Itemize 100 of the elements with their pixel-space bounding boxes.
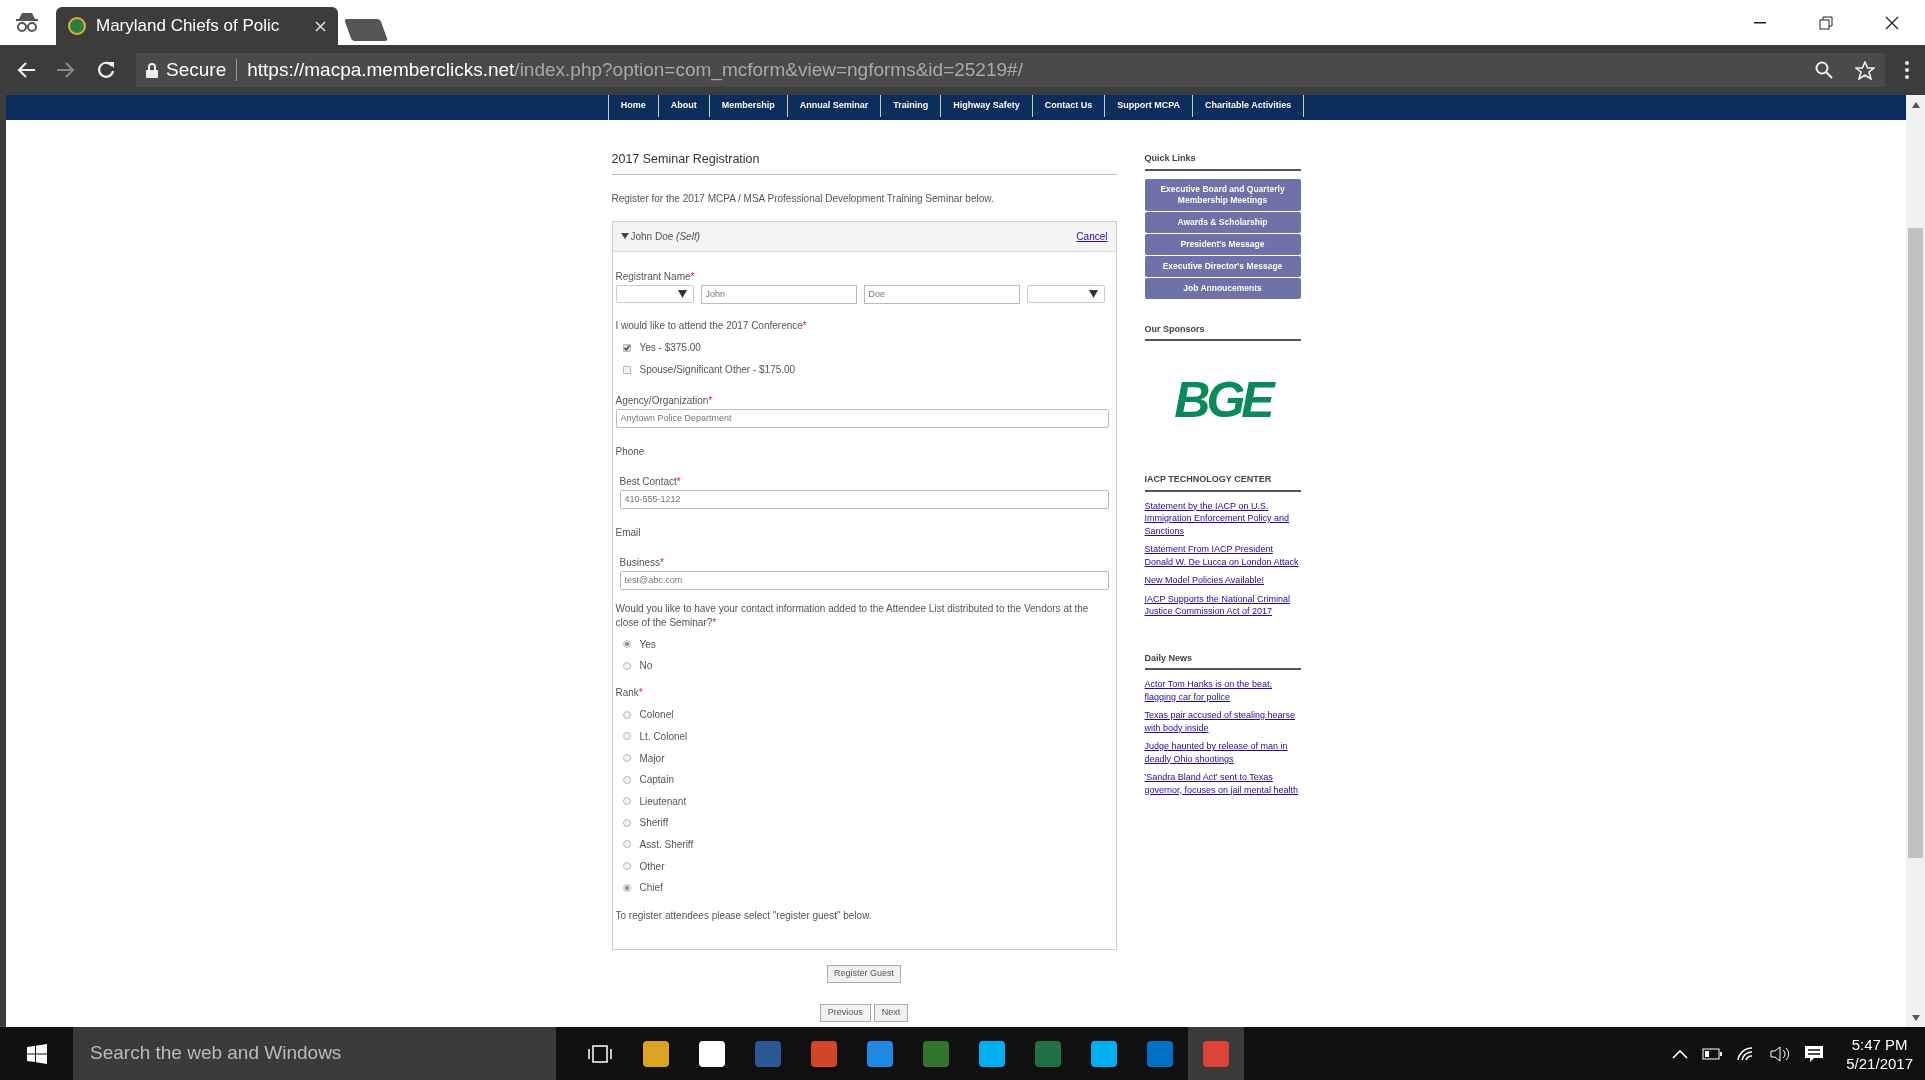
page-title: 2017 Seminar Registration bbox=[611, 150, 1117, 175]
radio-button[interactable] bbox=[622, 883, 631, 892]
news-link[interactable]: Statement From IACP President Donald W. De Lucca on London Attack bbox=[1144, 543, 1301, 568]
clock-time[interactable]: 5:47 PM bbox=[1851, 1034, 1908, 1054]
text-input-field[interactable]: test@abc.com bbox=[619, 570, 1109, 590]
dropdown-select[interactable] bbox=[615, 284, 694, 303]
radio-button[interactable] bbox=[622, 840, 631, 849]
nav-link[interactable]: About bbox=[658, 95, 710, 117]
zoom-icon[interactable] bbox=[1815, 61, 1833, 79]
section-heading: Email bbox=[615, 525, 642, 540]
intro-text: Register for the 2017 MCPA / MSA Professional Development Training Seminar below. bbox=[611, 191, 995, 206]
sidebar-heading: IACP TECHNOLOGY CENTER bbox=[1144, 473, 1301, 492]
collapse-caret-icon[interactable] bbox=[620, 233, 629, 240]
close-icon bbox=[1885, 15, 1899, 30]
sponsor-logo[interactable]: BGE bbox=[1144, 351, 1301, 449]
scroll-down-arrow-icon[interactable] bbox=[1911, 1015, 1920, 1021]
news-link[interactable]: Actor Tom Hanks is on the beat, flagging car for police bbox=[1144, 678, 1301, 703]
incognito-icon bbox=[14, 11, 40, 33]
news-link[interactable]: IACP Supports the National Criminal Justice Commission Act of 2017 bbox=[1144, 592, 1301, 618]
field-label: Registrant Name* bbox=[615, 269, 696, 284]
nav-link[interactable]: Charitable Activities bbox=[1193, 95, 1305, 117]
quick-link-button[interactable]: Job Annoucements bbox=[1144, 277, 1301, 299]
name-input-field[interactable]: John bbox=[700, 284, 857, 304]
taskbar-search-field[interactable]: Search the web and Windows bbox=[73, 1027, 556, 1080]
notification-icon[interactable] bbox=[1804, 1044, 1825, 1063]
name-input-field[interactable]: Doe bbox=[863, 284, 1020, 304]
radio-button[interactable] bbox=[622, 732, 631, 741]
field-label: Best Contact* bbox=[619, 474, 682, 489]
register-guest-button[interactable]: Register Guest bbox=[827, 965, 901, 984]
radio-button[interactable] bbox=[622, 710, 631, 719]
nav-link[interactable]: Highway Safety bbox=[941, 95, 1033, 117]
radio-button[interactable] bbox=[622, 661, 631, 670]
option-label: Major bbox=[639, 751, 665, 766]
close-tab-icon[interactable] bbox=[315, 20, 326, 32]
dropdown-arrow-icon bbox=[1088, 289, 1098, 298]
option-label: No bbox=[639, 659, 653, 674]
radio-button[interactable] bbox=[622, 818, 631, 827]
cancel-link[interactable]: Cancel bbox=[1076, 228, 1108, 244]
news-link[interactable]: Texas pair accused of stealing hearse with body inside bbox=[1144, 709, 1301, 734]
nav-link[interactable]: Home bbox=[608, 95, 659, 117]
quick-link-button[interactable]: Awards & Scholarship bbox=[1144, 211, 1301, 233]
restore-icon bbox=[1819, 15, 1833, 30]
note-text: To register attendees please select "register guest" below. bbox=[615, 909, 873, 924]
clock-date[interactable]: 5/21/2017 bbox=[1846, 1053, 1913, 1073]
option-label: Other bbox=[639, 859, 665, 874]
address-bar[interactable]: Secure https://macpa.memberclicks.net/index.php?option=com_mcform&view=ngforms&id=25219#/ bbox=[136, 53, 1885, 87]
star-icon[interactable] bbox=[1855, 60, 1875, 80]
checkmark-icon bbox=[623, 344, 630, 351]
site-favicon bbox=[68, 17, 86, 35]
browser-tab[interactable]: Maryland Chiefs of Polic bbox=[56, 7, 338, 45]
radio-button[interactable] bbox=[622, 862, 631, 870]
registrant-name: John Doe (Self) bbox=[630, 229, 700, 244]
nav-link[interactable]: Contact Us bbox=[1032, 95, 1106, 117]
option-label: Chief bbox=[639, 881, 663, 896]
news-link[interactable]: New Model Policies Available! bbox=[1144, 574, 1301, 587]
news-link[interactable]: Statement by the IACP on U.S. Immigration Enforcement Policy and Sanctions bbox=[1144, 499, 1301, 537]
dropdown-arrow-icon bbox=[677, 289, 687, 298]
nav-link[interactable]: Annual Seminar bbox=[787, 95, 882, 117]
nav-link[interactable]: Support MCPA bbox=[1105, 95, 1194, 117]
option-label: Yes - $375.00 bbox=[639, 341, 701, 356]
option-label: Asst. Sheriff bbox=[639, 837, 694, 852]
forward-arrow-icon[interactable] bbox=[56, 61, 76, 79]
lock-icon bbox=[146, 62, 158, 78]
scrollbar[interactable] bbox=[1906, 95, 1925, 1027]
menu-icon[interactable] bbox=[1905, 61, 1909, 79]
reload-icon[interactable] bbox=[96, 60, 116, 80]
nav-link[interactable]: Training bbox=[881, 95, 942, 117]
radio-button[interactable] bbox=[622, 775, 631, 784]
quick-link-button[interactable]: President's Message bbox=[1144, 233, 1301, 255]
news-link[interactable]: Judge haunted by release of man in deadly Ohio shootings bbox=[1144, 740, 1301, 765]
scroll-up-arrow-icon[interactable] bbox=[1911, 102, 1920, 108]
field-label: Agency/Organization* bbox=[615, 393, 714, 408]
nav-link[interactable]: Membership bbox=[709, 95, 788, 117]
sidebar-heading: Our Sponsors bbox=[1144, 322, 1301, 341]
option-label: Lieutenant bbox=[639, 794, 687, 809]
option-label: Lt. Colonel bbox=[639, 729, 688, 744]
news-link[interactable]: 'Sandra Bland Act' sent to Texas governor, focuses on jail mental health bbox=[1144, 771, 1301, 796]
back-arrow-icon[interactable] bbox=[16, 61, 36, 79]
new-tab-button[interactable] bbox=[344, 19, 388, 41]
radio-button[interactable] bbox=[622, 754, 631, 763]
radio-button[interactable] bbox=[622, 797, 631, 806]
next-button[interactable]: Next bbox=[873, 1004, 909, 1023]
battery-icon[interactable] bbox=[1702, 1047, 1723, 1060]
section-heading: Phone bbox=[615, 444, 646, 459]
quick-link-button[interactable]: Executive Director's Message bbox=[1144, 255, 1301, 277]
text-input-field[interactable]: Anytown Police Department bbox=[615, 408, 1109, 428]
checkbox[interactable] bbox=[622, 365, 631, 374]
previous-button[interactable]: Previous bbox=[819, 1004, 871, 1023]
speaker-icon[interactable] bbox=[1770, 1045, 1791, 1062]
dropdown-select[interactable] bbox=[1026, 284, 1105, 303]
quick-link-button[interactable]: Executive Board and Quarterly Membership Meetings bbox=[1144, 178, 1301, 211]
checkbox[interactable] bbox=[622, 343, 631, 352]
field-label: Business* bbox=[619, 555, 665, 570]
field-label: I would like to attend the 2017 Conference* bbox=[615, 318, 808, 333]
text-input-field[interactable]: 410-555-1212 bbox=[619, 489, 1109, 509]
field-label: Rank* bbox=[615, 686, 644, 701]
chevron-up-icon[interactable] bbox=[1672, 1048, 1689, 1059]
option-label: Yes bbox=[639, 637, 656, 652]
option-label: Spouse/Significant Other - $175.00 bbox=[639, 363, 796, 378]
radio-button[interactable] bbox=[622, 640, 631, 649]
